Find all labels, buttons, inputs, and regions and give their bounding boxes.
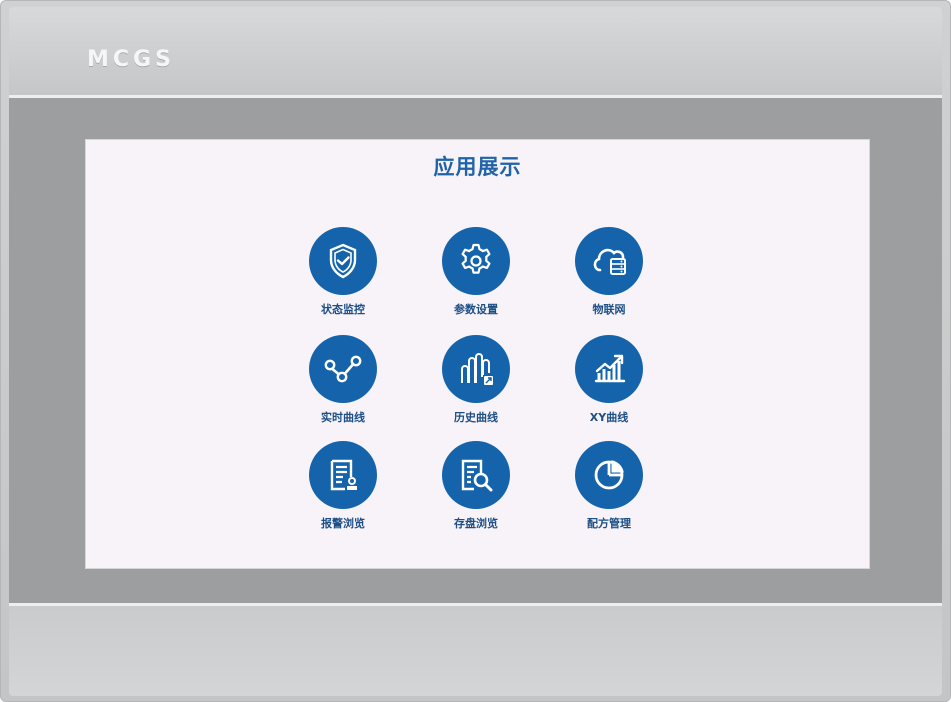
alarm-document-icon	[330, 459, 357, 491]
app-iot[interactable]: 物联网	[559, 227, 659, 317]
cloud-server-icon	[593, 248, 626, 275]
app-icon-circle[interactable]	[442, 227, 510, 295]
pie-chart-icon	[594, 460, 624, 490]
brand-logo: MCGS	[87, 47, 175, 72]
app-alarm-browse[interactable]: 报警浏览	[293, 441, 393, 531]
app-icon-circle[interactable]	[442, 441, 510, 509]
shield-check-icon	[329, 243, 357, 279]
hmi-screen: 应用展示 状态监控 参数设置 物联网 实时曲线 历史曲线 XY曲线 报警浏览 存…	[85, 139, 870, 569]
app-label: 物联网	[592, 303, 626, 316]
line-graph-nodes-icon	[324, 355, 362, 383]
app-recipe-management[interactable]: 配方管理	[559, 441, 659, 531]
app-icon-circle[interactable]	[442, 335, 510, 403]
app-label: XY曲线	[589, 411, 629, 424]
app-history-curve[interactable]: 历史曲线	[426, 335, 526, 425]
app-icon-circle[interactable]	[575, 227, 643, 295]
app-label: 报警浏览	[321, 517, 365, 530]
device-bottom-band	[9, 606, 942, 696]
app-label: 历史曲线	[454, 411, 498, 424]
bar-history-icon	[461, 353, 493, 385]
app-icon-circle[interactable]	[575, 335, 643, 403]
app-label: 配方管理	[587, 517, 631, 530]
app-label: 状态监控	[321, 303, 365, 316]
app-icon-circle[interactable]	[309, 335, 377, 403]
app-label: 实时曲线	[321, 411, 365, 424]
trend-chart-icon	[594, 354, 626, 383]
app-label: 参数设置	[454, 303, 498, 316]
page-title: 应用展示	[433, 155, 522, 179]
gear-icon	[461, 243, 491, 274]
hmi-device: MCGS 应用展示 状态监控 参数设置 物联网 实时曲线 历史曲线 XY曲线 报…	[0, 0, 951, 702]
app-icon-circle[interactable]	[309, 441, 377, 509]
app-xy-curve[interactable]: XY曲线	[559, 335, 659, 425]
app-parameter-settings[interactable]: 参数设置	[426, 227, 526, 317]
app-icon-circle[interactable]	[575, 441, 643, 509]
app-realtime-curve[interactable]: 实时曲线	[293, 335, 393, 425]
app-icon-circle[interactable]	[309, 227, 377, 295]
document-search-icon	[461, 459, 493, 492]
app-status-monitor[interactable]: 状态监控	[293, 227, 393, 317]
app-storage-browse[interactable]: 存盘浏览	[426, 441, 526, 531]
app-label: 存盘浏览	[454, 517, 498, 530]
